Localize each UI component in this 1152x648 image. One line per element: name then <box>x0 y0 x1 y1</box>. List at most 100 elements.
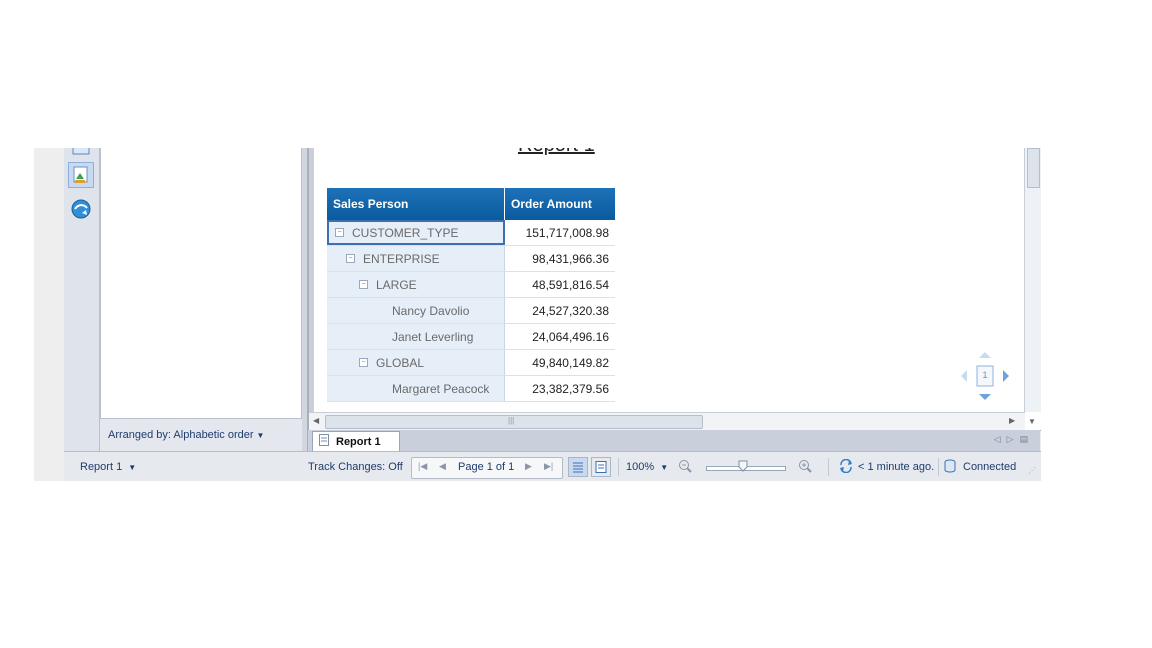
order-amount-cell[interactable]: 151,717,008.98 <box>505 220 615 245</box>
connection-status: Connected <box>963 461 1017 473</box>
zoom-in-icon[interactable] <box>798 459 812 476</box>
sales-person-cell[interactable]: Margaret Peacock <box>327 376 505 401</box>
vertical-scroll-thumb[interactable] <box>1027 148 1040 188</box>
navigation-map-icon[interactable] <box>68 196 94 222</box>
next-page-icon[interactable]: ▶ <box>525 461 532 472</box>
page-mode-icon <box>595 461 607 473</box>
tab-next-icon[interactable]: ▷ <box>1007 434 1020 444</box>
grip-icon: ||| <box>508 416 515 425</box>
nav-right-icon <box>1003 370 1009 382</box>
report-tab-bar: Report 1 ◁▷▤ <box>308 430 1040 452</box>
order-amount-cell[interactable]: 48,591,816.54 <box>505 272 615 297</box>
zoom-level: 100% <box>626 461 655 473</box>
nav-up-icon <box>979 352 991 358</box>
separator <box>618 458 619 476</box>
last-page-icon[interactable]: ▶| <box>544 461 553 472</box>
nav-page-number[interactable]: 1 <box>977 370 993 380</box>
database-icon <box>944 459 956 476</box>
chevron-down-icon: ▼ <box>256 431 265 440</box>
nav-down-icon <box>979 394 991 400</box>
order-amount-cell[interactable]: 24,064,496.16 <box>505 324 615 349</box>
table-row[interactable]: Janet Leverling 24,064,496.16 <box>327 324 615 350</box>
table-row[interactable]: Nancy Davolio 24,527,320.38 <box>327 298 615 324</box>
available-objects-icon[interactable] <box>68 162 94 188</box>
resize-grip-icon[interactable]: ⋰ <box>1028 466 1036 475</box>
status-bar: Report 1 ▼ Track Changes: Off |◀ ◀ Page … <box>64 451 1041 481</box>
track-changes-status[interactable]: Track Changes: Off <box>308 461 403 473</box>
chevron-down-icon: ▼ <box>128 463 137 472</box>
sales-person-cell[interactable]: − CUSTOMER_TYPE <box>327 220 505 245</box>
report-menu-label: Report 1 <box>80 461 123 473</box>
refresh-icon[interactable] <box>838 458 854 476</box>
side-icon-rail <box>64 148 100 451</box>
sales-person-cell[interactable]: − GLOBAL <box>327 350 505 375</box>
row-label: Margaret Peacock <box>392 381 490 396</box>
sales-person-cell[interactable]: − LARGE <box>327 272 505 297</box>
collapse-toggle-icon[interactable]: − <box>335 228 344 237</box>
web-intelligence-window: Arranged by: Alphabetic order▼ Report 1 … <box>34 148 1041 481</box>
nav-left-icon <box>961 370 967 382</box>
table-row[interactable]: − ENTERPRISE 98,431,966.36 <box>327 246 615 272</box>
collapse-toggle-icon[interactable]: − <box>346 254 355 263</box>
page-navigator: |◀ ◀ Page 1 of 1 ▶ ▶| <box>411 457 563 479</box>
order-amount-cell[interactable]: 98,431,966.36 <box>505 246 615 271</box>
left-panel-footer: Arranged by: Alphabetic order ▼ <box>100 418 302 452</box>
page-mode-button[interactable] <box>591 457 611 477</box>
page-indicator[interactable]: Page 1 of 1 <box>458 461 514 473</box>
horizontal-scrollbar[interactable]: ◀ ||| ▶ <box>309 412 1025 430</box>
sales-person-cell[interactable]: Nancy Davolio <box>327 298 505 323</box>
tab-list-icon[interactable]: ▤ <box>1019 434 1034 444</box>
column-header-order-amount[interactable]: Order Amount <box>505 188 615 220</box>
table-body: − CUSTOMER_TYPE 151,717,008.98− ENTERPRISE 9… <box>327 220 615 402</box>
chevron-down-icon: ▼ <box>660 463 669 472</box>
table-row[interactable]: − LARGE 48,591,816.54 <box>327 272 615 298</box>
vertical-scrollbar[interactable] <box>1024 148 1041 412</box>
left-panel-content <box>100 148 302 418</box>
zoom-slider-handle[interactable] <box>738 460 748 472</box>
sales-table[interactable]: Sales Person Order Amount − CUSTOMER_TYPE… <box>327 188 615 402</box>
collapse-toggle-icon[interactable]: − <box>359 358 368 367</box>
order-amount-cell[interactable]: 24,527,320.38 <box>505 298 615 323</box>
report-left-margin <box>309 148 314 412</box>
tab-report-1[interactable]: Report 1 <box>312 431 400 451</box>
sales-person-cell[interactable]: Janet Leverling <box>327 324 505 349</box>
page-navigation-pad: 1 <box>959 348 1011 404</box>
zoom-dropdown[interactable]: 100% ▼ <box>626 461 668 473</box>
arranged-by-dropdown[interactable]: Arranged by: Alphabetic order ▼ <box>108 429 264 441</box>
previous-page-icon[interactable]: ◀ <box>439 461 446 472</box>
report-canvas: Report 1 Sales Person Order Amount −CUST… <box>308 148 1041 431</box>
table-row[interactable]: Margaret Peacock 23,382,379.56 <box>327 376 615 402</box>
tab-prev-icon[interactable]: ◁ <box>994 434 1007 444</box>
scroll-right-icon[interactable]: ▶ <box>1009 416 1015 425</box>
row-label: LARGE <box>376 277 417 292</box>
first-page-icon[interactable]: |◀ <box>418 461 427 472</box>
row-label: ENTERPRISE <box>363 251 440 266</box>
quick-display-mode-button[interactable] <box>568 457 588 477</box>
separator <box>938 458 939 476</box>
document-structure-icon[interactable] <box>68 148 94 162</box>
order-amount-cell[interactable]: 23,382,379.56 <box>505 376 615 401</box>
row-label: Janet Leverling <box>392 329 474 344</box>
zoom-out-icon[interactable] <box>678 459 692 476</box>
horizontal-scroll-thumb[interactable]: ||| <box>325 415 703 429</box>
scroll-left-icon[interactable]: ◀ <box>313 416 319 425</box>
table-header: Sales Person Order Amount <box>327 188 615 220</box>
report-page-icon <box>319 434 329 449</box>
report-title[interactable]: Report 1 <box>518 148 595 157</box>
order-amount-cell[interactable]: 49,840,149.82 <box>505 350 615 375</box>
table-row[interactable]: − GLOBAL 49,840,149.82 <box>327 350 615 376</box>
row-label: Nancy Davolio <box>392 303 470 318</box>
report-menu[interactable]: Report 1 ▼ <box>80 461 136 473</box>
table-row[interactable]: − CUSTOMER_TYPE 151,717,008.98 <box>327 220 615 246</box>
left-gutter <box>34 148 65 481</box>
last-refresh-time: < 1 minute ago. <box>858 461 935 473</box>
separator <box>828 458 829 476</box>
row-label: GLOBAL <box>376 355 425 370</box>
sales-person-cell[interactable]: − ENTERPRISE <box>327 246 505 271</box>
collapse-toggle-icon[interactable]: − <box>359 280 368 289</box>
row-label: CUSTOMER_TYPE <box>352 225 459 240</box>
scroll-down-icon[interactable]: ▼ <box>1028 417 1036 426</box>
arranged-by-label: Arranged by: Alphabetic order <box>108 429 254 441</box>
column-header-sales-person[interactable]: Sales Person <box>327 188 505 220</box>
tab-scroll-controls: ◁▷▤ <box>994 434 1034 445</box>
